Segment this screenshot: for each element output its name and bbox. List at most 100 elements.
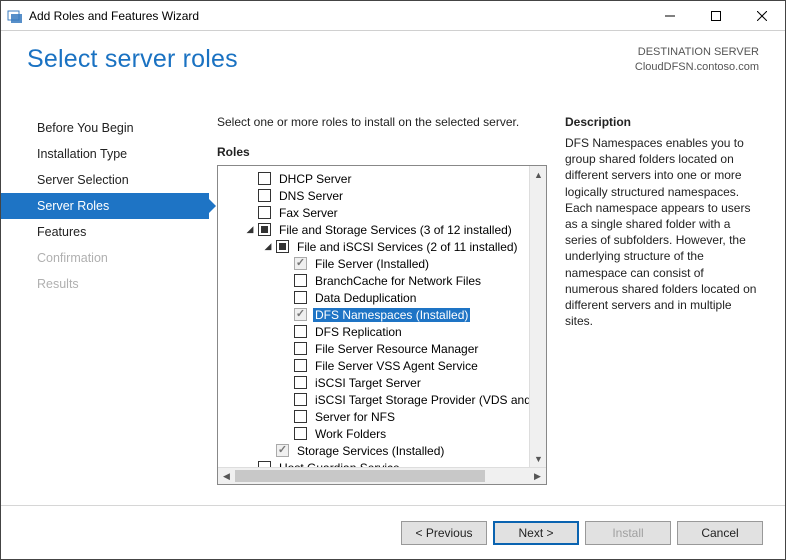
nav-step-2[interactable]: Server Selection	[1, 167, 209, 193]
role-row-9[interactable]: DFS Replication	[218, 323, 546, 340]
dest-value: CloudDFSN.contoso.com	[635, 60, 759, 75]
role-row-8[interactable]: DFS Namespaces (Installed)	[218, 306, 546, 323]
scroll-up-icon[interactable]: ▲	[530, 166, 546, 183]
close-button[interactable]	[739, 1, 785, 31]
nav-step-6: Results	[1, 271, 209, 297]
role-label: Data Deduplication	[313, 291, 418, 305]
scroll-down-icon[interactable]: ▼	[530, 450, 546, 467]
role-checkbox[interactable]	[258, 461, 271, 467]
horizontal-scrollbar[interactable]: ◀ ▶	[218, 467, 546, 484]
app-icon	[7, 8, 23, 24]
expander-icon	[280, 258, 292, 270]
role-row-3[interactable]: ◢ File and Storage Services (3 of 12 inst…	[218, 221, 546, 238]
role-row-6[interactable]: BranchCache for Network Files	[218, 272, 546, 289]
role-checkbox[interactable]	[294, 427, 307, 440]
destination-server: DESTINATION SERVER CloudDFSN.contoso.com	[635, 45, 759, 97]
expander-icon[interactable]: ◢	[262, 241, 274, 253]
role-checkbox[interactable]	[258, 189, 271, 202]
role-label: Server for NFS	[313, 410, 397, 424]
role-label: BranchCache for Network Files	[313, 274, 483, 288]
expander-icon	[244, 173, 256, 185]
minimize-button[interactable]	[647, 1, 693, 31]
expander-icon	[280, 309, 292, 321]
expander-icon	[280, 292, 292, 304]
role-row-12[interactable]: iSCSI Target Server	[218, 374, 546, 391]
window-title: Add Roles and Features Wizard	[29, 9, 647, 23]
scroll-right-icon[interactable]: ▶	[529, 468, 546, 485]
role-row-10[interactable]: File Server Resource Manager	[218, 340, 546, 357]
intro-text: Select one or more roles to install on t…	[217, 115, 547, 129]
role-checkbox[interactable]	[258, 206, 271, 219]
expander-icon	[280, 411, 292, 423]
expander-icon	[280, 275, 292, 287]
role-checkbox[interactable]	[258, 172, 271, 185]
scroll-thumb[interactable]	[235, 470, 485, 482]
role-checkbox[interactable]	[294, 359, 307, 372]
role-row-0[interactable]: DHCP Server	[218, 170, 546, 187]
expander-icon	[280, 428, 292, 440]
scroll-left-icon[interactable]: ◀	[218, 468, 235, 485]
maximize-button[interactable]	[693, 1, 739, 31]
role-checkbox[interactable]	[294, 291, 307, 304]
role-label: DNS Server	[277, 189, 345, 203]
nav-step-3[interactable]: Server Roles	[1, 193, 209, 219]
next-button[interactable]: Next >	[493, 521, 579, 545]
role-checkbox[interactable]	[276, 240, 289, 253]
role-checkbox	[294, 308, 307, 321]
role-row-4[interactable]: ◢ File and iSCSI Services (2 of 11 instal…	[218, 238, 546, 255]
nav-step-0[interactable]: Before You Begin	[1, 115, 209, 141]
description-text: DFS Namespaces enables you to group shar…	[565, 135, 759, 329]
title-bar: Add Roles and Features Wizard	[1, 1, 785, 31]
page-title: Select server roles	[27, 45, 238, 97]
description-heading: Description	[565, 115, 759, 129]
role-row-1[interactable]: DNS Server	[218, 187, 546, 204]
role-checkbox[interactable]	[294, 325, 307, 338]
expander-icon	[280, 360, 292, 372]
expander-icon	[280, 343, 292, 355]
role-label: Work Folders	[313, 427, 388, 441]
nav-step-4[interactable]: Features	[1, 219, 209, 245]
role-checkbox[interactable]	[294, 410, 307, 423]
role-label: File and iSCSI Services (2 of 11 install…	[295, 240, 520, 254]
role-row-17[interactable]: Host Guardian Service	[218, 459, 546, 467]
role-label: DFS Replication	[313, 325, 404, 339]
expander-icon	[280, 394, 292, 406]
cancel-button[interactable]: Cancel	[677, 521, 763, 545]
roles-tree[interactable]: DHCP ServerDNS ServerFax Server◢File and…	[218, 166, 546, 467]
role-row-5[interactable]: File Server (Installed)	[218, 255, 546, 272]
vertical-scrollbar[interactable]: ▲ ▼	[529, 166, 546, 467]
install-button[interactable]: Install	[585, 521, 671, 545]
dest-label: DESTINATION SERVER	[635, 45, 759, 60]
role-label: DFS Namespaces (Installed)	[313, 308, 470, 322]
previous-button[interactable]: < Previous	[401, 521, 487, 545]
role-row-13[interactable]: iSCSI Target Storage Provider (VDS and V…	[218, 391, 546, 408]
role-label: File and Storage Services (3 of 12 insta…	[277, 223, 514, 237]
role-label: File Server Resource Manager	[313, 342, 480, 356]
role-row-14[interactable]: Server for NFS	[218, 408, 546, 425]
role-label: DHCP Server	[277, 172, 353, 186]
role-checkbox[interactable]	[294, 376, 307, 389]
role-checkbox[interactable]	[294, 274, 307, 287]
expander-icon	[280, 326, 292, 338]
wizard-nav: Before You BeginInstallation TypeServer …	[1, 97, 209, 505]
role-row-7[interactable]: Data Deduplication	[218, 289, 546, 306]
role-row-11[interactable]: File Server VSS Agent Service	[218, 357, 546, 374]
nav-step-5: Confirmation	[1, 245, 209, 271]
expander-icon[interactable]: ◢	[244, 224, 256, 236]
expander-icon	[244, 207, 256, 219]
role-label: File Server VSS Agent Service	[313, 359, 480, 373]
expander-icon	[244, 190, 256, 202]
role-row-2[interactable]: Fax Server	[218, 204, 546, 221]
expander-icon	[280, 377, 292, 389]
wizard-header: Select server roles DESTINATION SERVER C…	[1, 31, 785, 97]
role-checkbox[interactable]	[258, 223, 271, 236]
role-checkbox	[294, 257, 307, 270]
role-row-16[interactable]: Storage Services (Installed)	[218, 442, 546, 459]
role-row-15[interactable]: Work Folders	[218, 425, 546, 442]
role-checkbox[interactable]	[294, 393, 307, 406]
role-checkbox[interactable]	[294, 342, 307, 355]
role-label: File Server (Installed)	[313, 257, 431, 271]
expander-icon	[262, 445, 274, 457]
nav-step-1[interactable]: Installation Type	[1, 141, 209, 167]
role-label: Fax Server	[277, 206, 340, 220]
